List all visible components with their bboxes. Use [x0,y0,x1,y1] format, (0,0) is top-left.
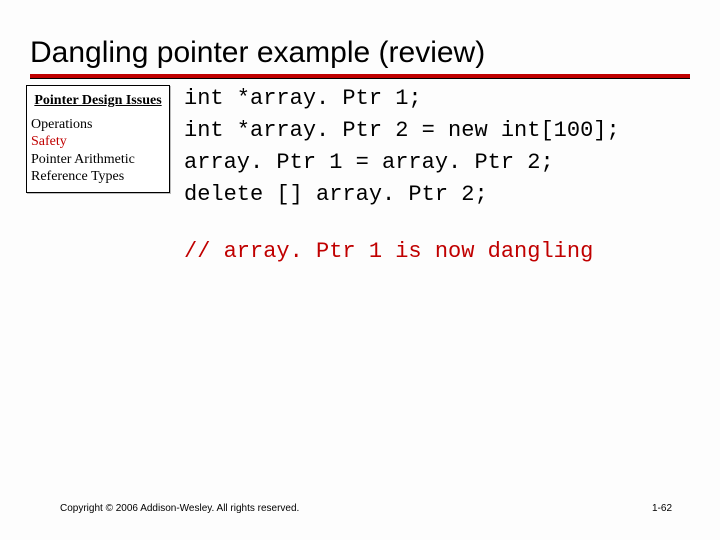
sidebar-item-reference-types: Reference Types [31,168,165,186]
sidebar-item-safety: Safety [31,133,165,151]
code-line-3: array. Ptr 1 = array. Ptr 2; [184,150,554,175]
slide-title: Dangling pointer example (review) [0,0,720,72]
sidebar-item-operations: Operations [31,116,165,134]
sidebar-heading: Pointer Design Issues [31,92,165,110]
sidebar-item-pointer-arithmetic: Pointer Arithmetic [31,151,165,169]
page-number: 1-62 [652,503,672,514]
code-block: int *array. Ptr 1; int *array. Ptr 2 = n… [170,83,700,211]
sidebar-box: Pointer Design Issues Operations Safety … [26,85,170,193]
code-line-4: delete [] array. Ptr 2; [184,182,488,207]
code-line-2: int *array. Ptr 2 = new int[100]; [184,118,620,143]
code-line-1: int *array. Ptr 1; [184,86,422,111]
copyright-text: Copyright © 2006 Addison-Wesley. All rig… [60,503,299,514]
footer: Copyright © 2006 Addison-Wesley. All rig… [0,503,720,514]
code-comment: // array. Ptr 1 is now dangling [0,239,720,264]
content-row: Pointer Design Issues Operations Safety … [0,79,720,211]
